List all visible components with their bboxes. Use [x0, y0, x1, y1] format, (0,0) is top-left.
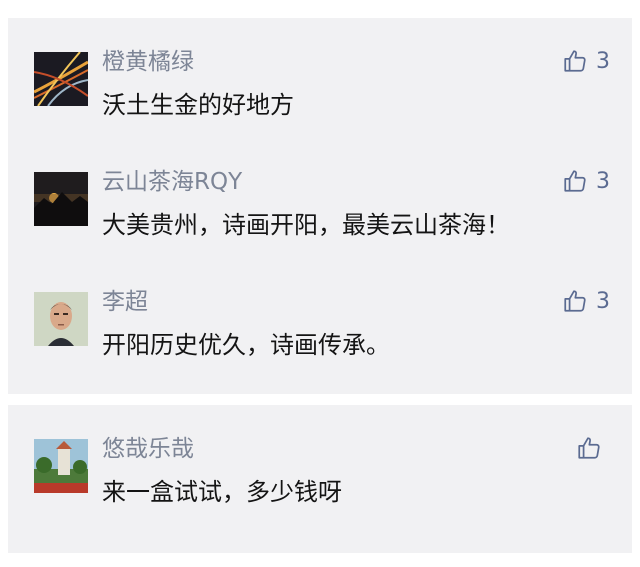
avatar[interactable] [34, 439, 88, 493]
comment-text: 来一盒试试，多少钱呀 [102, 478, 342, 506]
avatar[interactable] [34, 292, 88, 346]
featured-comments-card: 橙黄橘绿 沃土生金的好地方 3 云山茶海RQY 大美贵州，诗画开阳，最美云山茶海… [8, 18, 632, 394]
like-button[interactable] [576, 435, 610, 461]
like-button[interactable]: 3 [562, 288, 610, 314]
comment-author[interactable]: 橙黄橘绿 [102, 47, 194, 77]
comment-item: 云山茶海RQY 大美贵州，诗画开阳，最美云山茶海！ 3 [8, 138, 632, 258]
comment-item: 悠哉乐哉 来一盒试试，多少钱呀 [8, 405, 632, 525]
comment-item: 李超 开阳历史优久，诗画传承。 3 [8, 258, 632, 378]
comment-author[interactable]: 李超 [102, 287, 148, 317]
comment-text: 开阳历史优久，诗画传承。 [102, 331, 390, 359]
thumbs-up-icon [562, 168, 588, 194]
comment-author[interactable]: 云山茶海RQY [102, 167, 242, 197]
comment-author[interactable]: 悠哉乐哉 [102, 434, 194, 464]
comments-card: 悠哉乐哉 来一盒试试，多少钱呀 [8, 405, 632, 553]
like-button[interactable]: 3 [562, 48, 610, 74]
like-count: 3 [596, 288, 610, 314]
like-button[interactable]: 3 [562, 168, 610, 194]
avatar[interactable] [34, 172, 88, 226]
comment-text: 沃土生金的好地方 [102, 91, 294, 119]
thumbs-up-icon [562, 288, 588, 314]
comment-text: 大美贵州，诗画开阳，最美云山茶海！ [102, 211, 510, 239]
thumbs-up-icon [576, 435, 602, 461]
comment-item: 橙黄橘绿 沃土生金的好地方 3 [8, 18, 632, 138]
thumbs-up-icon [562, 48, 588, 74]
like-count: 3 [596, 48, 610, 74]
like-count: 3 [596, 168, 610, 194]
avatar[interactable] [34, 52, 88, 106]
